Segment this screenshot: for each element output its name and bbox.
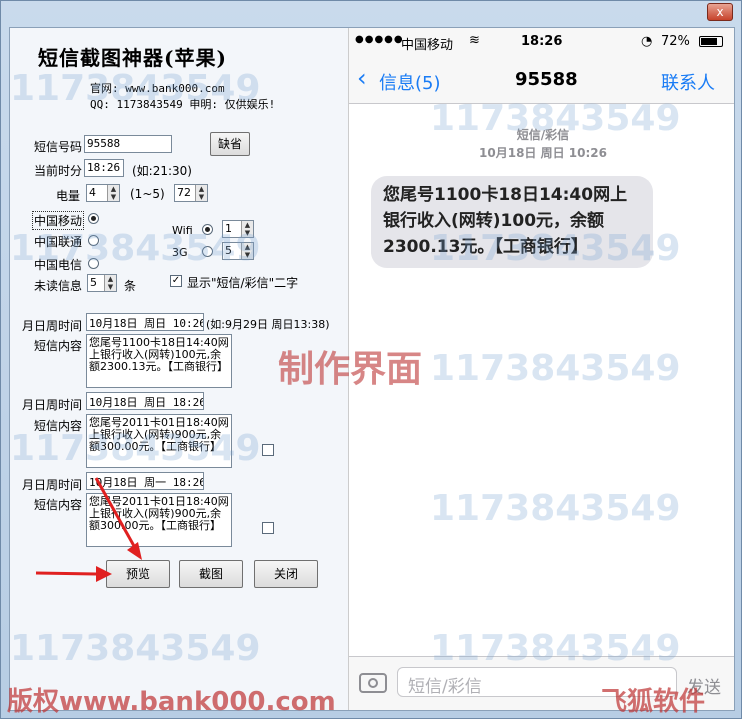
message-bubble: 您尾号1100卡18日14:40网上银行收入(网转)100元，余额2300.13…: [371, 176, 653, 268]
3g-value: 5: [225, 244, 232, 257]
time-input[interactable]: 18:26: [84, 159, 124, 177]
spinner-arrows-icon[interactable]: ▲ ▼: [107, 185, 119, 201]
watermark-brand: 飞狐软件: [601, 687, 706, 717]
client-area: 短信截图神器(苹果) 官网: www.bank000.com QQ: 11738…: [9, 27, 735, 711]
default-button[interactable]: 缺省: [210, 132, 250, 156]
carrier-unicom-label[interactable]: 中国联通: [34, 233, 82, 250]
spinner-arrows-icon[interactable]: ▲ ▼: [241, 221, 253, 237]
msg1-content-textarea[interactable]: 您尾号1100卡18日14:40网上银行收入(网转)100元,余额2300.13…: [86, 334, 232, 388]
msg2-content-label: 短信内容: [34, 419, 83, 433]
battery-spinner[interactable]: 4 ▲ ▼: [86, 184, 120, 202]
battery-value: 4: [89, 186, 96, 199]
phone-nav-bar: ‹ 信息(5) 95588 联系人: [349, 56, 734, 104]
website-text: 官网: www.bank000.com: [90, 82, 225, 95]
carrier-mobile-radio[interactable]: [88, 213, 99, 224]
phone-status-bar: ●●●●● 中国移动 ≋ 18:26 ◔ 72%: [349, 28, 734, 56]
wifi-radio[interactable]: [202, 224, 213, 235]
signal-icon: ●●●●●: [355, 34, 404, 45]
3g-label: 3G: [172, 246, 188, 259]
watermark-center-text: 制作界面: [278, 349, 423, 390]
msg2-date-label: 月日周时间: [22, 398, 83, 412]
spinner-arrows-icon[interactable]: ▲ ▼: [104, 275, 116, 291]
wifi-label: Wifi: [172, 224, 193, 237]
annotation-arrows-icon: [35, 477, 142, 582]
window-close-button[interactable]: x: [707, 3, 733, 21]
battery-label: 电量: [56, 189, 81, 203]
wifi-value: 1: [225, 222, 232, 235]
phone-carrier: 中国移动: [401, 38, 454, 53]
battery-icon: [699, 36, 723, 47]
msg1-date-label: 月日周时间: [22, 319, 83, 333]
app-title: 短信截图神器(苹果): [38, 46, 227, 70]
app-window: x 短信截图神器(苹果) 官网: www.bank000.com QQ: 117…: [0, 0, 742, 719]
msg2-date-input[interactable]: 10月18日 周日 18:26: [86, 392, 204, 410]
message-date-label: 10月18日 周日 10:26: [479, 146, 607, 160]
battery-percent-spinner[interactable]: 72 ▲ ▼: [174, 184, 208, 202]
unread-value: 5: [90, 276, 97, 289]
msg3-enable-checkbox[interactable]: [262, 522, 274, 534]
spinner-arrows-icon[interactable]: ▲ ▼: [241, 243, 253, 259]
sms-number-label: 短信号码: [34, 140, 83, 154]
contact-number: 95588: [515, 69, 578, 90]
show-sms-label: 显示"短信/彩信"二字: [187, 276, 299, 290]
3g-spinner[interactable]: 5 ▲ ▼: [222, 242, 254, 260]
camera-icon[interactable]: [359, 673, 387, 693]
battery-percent-value: 72: [177, 186, 191, 199]
sms-number-input[interactable]: 95588: [84, 135, 172, 153]
carrier-unicom-radio[interactable]: [88, 235, 99, 246]
message-type-label: 短信/彩信: [516, 128, 570, 142]
wifi-icon: ≋: [469, 33, 480, 48]
phone-time: 18:26: [521, 34, 563, 49]
battery-range: (1~5): [130, 187, 165, 201]
unread-spinner[interactable]: 5 ▲ ▼: [87, 274, 117, 292]
unread-label: 未读信息: [34, 279, 83, 293]
msg1-content-label: 短信内容: [34, 339, 83, 353]
time-hint: (如:21:30): [132, 164, 192, 178]
msg2-content-textarea[interactable]: 您尾号2011卡01日18:40网上银行收入(网转)900元,余额300.00元…: [86, 414, 232, 468]
carrier-telecom-radio[interactable]: [88, 258, 99, 269]
time-label: 当前时分: [34, 164, 83, 178]
msg2-enable-checkbox[interactable]: [262, 444, 274, 456]
wifi-spinner[interactable]: 1 ▲ ▼: [222, 220, 254, 238]
watermark-copyright: 版权www.bank000.com: [7, 687, 336, 717]
carrier-telecom-label[interactable]: 中国电信: [34, 256, 82, 273]
carrier-mobile-label[interactable]: 中国移动: [32, 211, 85, 230]
close-button[interactable]: 关闭: [254, 560, 318, 588]
battery-percent-text: 72%: [661, 34, 690, 49]
back-button[interactable]: 信息(5): [379, 69, 441, 95]
3g-radio[interactable]: [202, 246, 213, 257]
show-sms-checkbox[interactable]: ✓: [170, 275, 182, 287]
contacts-button[interactable]: 联系人: [661, 69, 715, 95]
msg1-date-hint: (如:9月29日 周日13:38): [206, 318, 330, 331]
unread-unit: 条: [124, 279, 137, 293]
rotation-lock-icon: ◔: [641, 34, 653, 49]
qq-disclaimer-text: QQ: 1173843549 申明: 仅供娱乐!: [90, 98, 276, 111]
back-chevron-icon[interactable]: ‹: [357, 64, 367, 92]
spinner-arrows-icon[interactable]: ▲ ▼: [195, 185, 207, 201]
msg1-date-input[interactable]: 10月18日 周日 10:26: [86, 313, 204, 331]
